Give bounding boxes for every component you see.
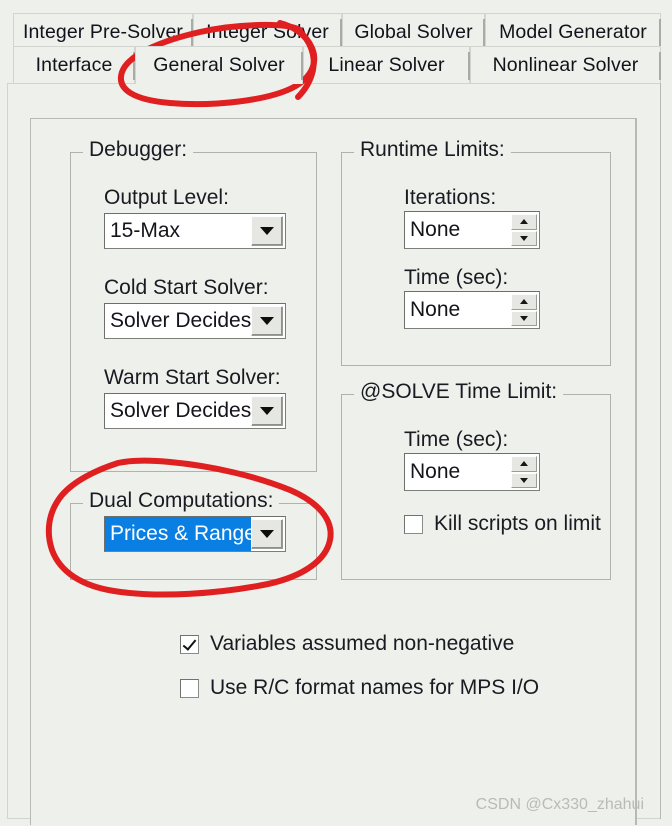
chevron-down-icon[interactable] xyxy=(251,519,283,549)
checkbox-label: Use R/C format names for MPS I/O xyxy=(210,676,540,699)
spinner-up-glyph xyxy=(520,461,528,467)
spinner-iterations[interactable]: None xyxy=(404,211,540,249)
label-output-level: Output Level: xyxy=(104,186,229,209)
chevron-down-glyph xyxy=(260,407,274,415)
options-dialog: Integer Pre-Solver Integer Solver Global… xyxy=(0,0,672,826)
spinner-iterations-value: None xyxy=(410,218,461,241)
checkbox-variables-assumed-non-negative[interactable]: Variables assumed non-negative xyxy=(180,632,514,656)
group-solve-time-limit-legend: @SOLVE Time Limit: xyxy=(354,380,564,404)
tab-strip: Integer Pre-Solver Integer Solver Global… xyxy=(0,0,672,84)
spinner-buttons xyxy=(511,456,537,488)
label-runtime-time-sec: Time (sec): xyxy=(404,266,509,289)
spinner-runtime-time[interactable]: None xyxy=(404,291,540,329)
checkbox-box[interactable] xyxy=(180,678,199,698)
combo-output-level[interactable]: 15-Max xyxy=(104,213,286,249)
combo-output-level-value: 15-Max xyxy=(110,219,181,242)
label-warm-start-solver: Warm Start Solver: xyxy=(104,366,281,389)
checkbox-label: Kill scripts on limit xyxy=(434,512,601,535)
tab-label: Linear Solver xyxy=(328,54,445,76)
tabpanel-right-edge xyxy=(660,83,661,819)
tab-interface[interactable]: Interface xyxy=(13,46,135,84)
group-runtime-limits-legend: Runtime Limits: xyxy=(354,138,511,162)
label-cold-start-solver: Cold Start Solver: xyxy=(104,276,269,299)
spinner-down-glyph xyxy=(520,315,528,321)
combo-cold-start-solver[interactable]: Solver Decides xyxy=(104,303,286,339)
spinner-down-glyph xyxy=(520,235,528,241)
checkbox-box[interactable] xyxy=(180,634,199,654)
spinner-up-icon[interactable] xyxy=(511,294,537,310)
tab-separator xyxy=(301,52,303,80)
spinner-down-icon[interactable] xyxy=(511,230,537,246)
panel-right-edge xyxy=(636,118,637,825)
chevron-down-icon[interactable] xyxy=(251,306,283,336)
group-debugger-legend: Debugger: xyxy=(83,138,194,162)
spinner-up-icon[interactable] xyxy=(511,214,537,230)
combo-dual-computations[interactable]: Prices & Ranges xyxy=(104,516,286,552)
group-dual-computations-legend: Dual Computations: xyxy=(83,489,280,513)
chevron-down-icon[interactable] xyxy=(251,216,283,246)
spinner-down-glyph xyxy=(520,477,528,483)
chevron-down-glyph xyxy=(260,530,274,538)
tab-separator xyxy=(659,52,661,80)
tab-nonlinear-solver[interactable]: Nonlinear Solver xyxy=(470,46,661,84)
label-solve-time-sec: Time (sec): xyxy=(404,428,509,451)
checkbox-box[interactable] xyxy=(404,514,423,534)
chevron-down-glyph xyxy=(260,317,274,325)
checkbox-label: Variables assumed non-negative xyxy=(210,632,515,655)
tab-label: Integer Pre-Solver xyxy=(22,21,184,43)
spinner-down-icon[interactable] xyxy=(511,472,537,488)
tab-label: General Solver xyxy=(153,54,285,76)
spinner-buttons xyxy=(511,214,537,246)
tab-label: Model Generator xyxy=(499,21,647,43)
chevron-down-icon[interactable] xyxy=(251,396,283,426)
tab-label: Interface xyxy=(35,54,113,76)
spinner-down-icon[interactable] xyxy=(511,310,537,326)
tab-row-lower: Interface General Solver Linear Solver N… xyxy=(0,46,672,84)
tab-label: Nonlinear Solver xyxy=(492,54,639,76)
tab-label: Integer Solver xyxy=(206,21,329,43)
spinner-up-glyph xyxy=(520,219,528,225)
tab-general-solver[interactable]: General Solver xyxy=(135,46,303,84)
combo-cold-start-solver-value: Solver Decides xyxy=(110,309,251,332)
spinner-solve-time-value: None xyxy=(410,460,461,483)
label-iterations: Iterations: xyxy=(404,186,497,209)
tab-separator xyxy=(659,19,661,47)
combo-warm-start-solver-value: Solver Decides xyxy=(110,399,251,422)
spinner-up-glyph xyxy=(520,299,528,305)
tab-label: Global Solver xyxy=(354,21,473,43)
combo-warm-start-solver[interactable]: Solver Decides xyxy=(104,393,286,429)
spinner-buttons xyxy=(511,294,537,326)
spinner-up-icon[interactable] xyxy=(511,456,537,472)
spinner-solve-time[interactable]: None xyxy=(404,453,540,491)
checkbox-kill-scripts-on-limit[interactable]: Kill scripts on limit xyxy=(404,512,601,536)
spinner-runtime-time-value: None xyxy=(410,298,461,321)
chevron-down-glyph xyxy=(260,227,274,235)
watermark-text: CSDN @Cx330_zhahui xyxy=(475,796,644,813)
group-runtime-limits: Runtime Limits: xyxy=(341,138,611,366)
tab-linear-solver[interactable]: Linear Solver xyxy=(303,46,470,84)
combo-dual-computations-value: Prices & Ranges xyxy=(105,517,251,551)
checkbox-use-rc-format-names[interactable]: Use R/C format names for MPS I/O xyxy=(180,676,539,700)
